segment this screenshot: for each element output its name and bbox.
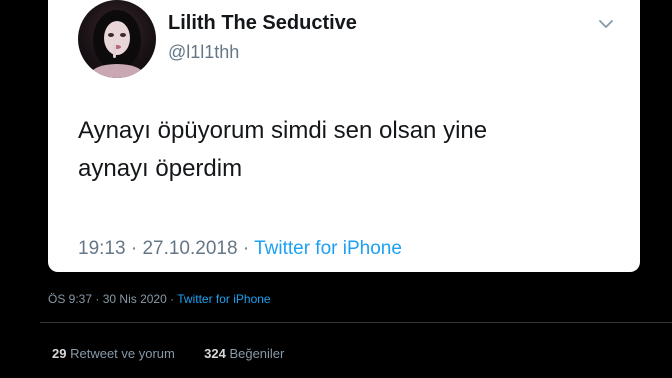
likes-count: 324 [204,346,226,361]
page: Lilith The Seductive @l1l1thh Aynayı öpü… [0,0,672,378]
likes-stat[interactable]: 324 Beğeniler [204,346,284,361]
chevron-down-icon[interactable] [596,14,616,34]
tweet-text: Aynayı öpüyorum simdi sen olsan yine ayn… [78,112,618,188]
tweet-text-line: aynayı öperdim [78,155,243,182]
meta-separator: · [170,292,175,306]
tweet-meta: 19:13 · 27.10.2018 · Twitter for iPhone [78,238,402,260]
tweet-date[interactable]: 27.10.2018 [142,238,237,259]
meta-separator: · [130,238,138,259]
user-handle[interactable]: @l1l1thh [168,42,239,63]
avatar[interactable] [78,0,156,78]
outer-tweet-source-link[interactable]: Twitter for iPhone [177,292,270,306]
outer-tweet-meta: ÖS 9:37 · 30 Nis 2020 · Twitter for iPho… [48,292,271,306]
likes-label: Beğeniler [229,346,285,361]
meta-separator: · [242,238,250,259]
divider [40,322,672,323]
outer-tweet-time[interactable]: ÖS 9:37 [48,292,92,306]
tweet-stats: 29 Retweet ve yorum 324 Beğeniler [52,346,284,361]
tweet-time[interactable]: 19:13 [78,238,126,259]
outer-tweet-date[interactable]: 30 Nis 2020 [103,292,167,306]
tweet-source-link[interactable]: Twitter for iPhone [254,238,402,259]
retweets-count: 29 [52,346,67,361]
avatar-image [91,10,143,78]
meta-separator: · [95,292,100,306]
tweet-text-line: Aynayı öpüyorum simdi sen olsan yine [78,117,488,144]
retweets-stat[interactable]: 29 Retweet ve yorum [52,346,178,361]
retweets-label: Retweet ve yorum [70,346,175,361]
display-name[interactable]: Lilith The Seductive [168,12,357,35]
embedded-tweet-card[interactable]: Lilith The Seductive @l1l1thh Aynayı öpü… [48,0,640,272]
